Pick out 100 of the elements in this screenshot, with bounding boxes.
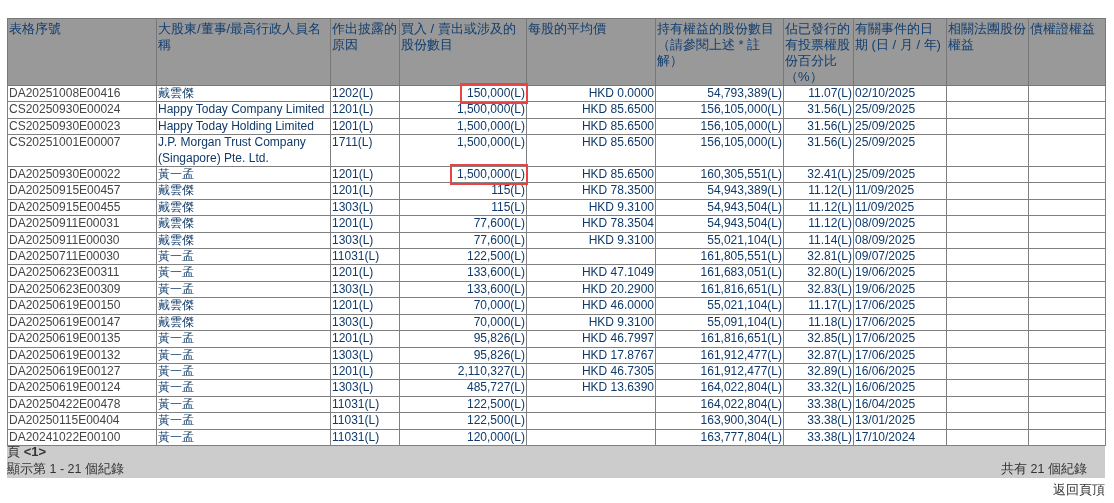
table-cell: 戴雲傑 [158, 183, 194, 199]
table-cell: 1303(L) [332, 314, 374, 331]
table-cell: 95,826(L) [473, 331, 525, 347]
table-cell: 33.38(L) [807, 396, 852, 413]
table-cell: HKD 85.6500 [581, 118, 654, 135]
table-cell: 黃一孟 [158, 265, 194, 281]
table-cell: 32.83(L) [807, 281, 852, 298]
page-indicator: 頁 <1> [7, 442, 48, 461]
table-cell: HKD 9.3100 [588, 199, 654, 216]
table-cell: 戴雲傑 [158, 86, 194, 102]
table-cell-text: J.P. Morgan Trust Company (Singapore) Pte. Ltd. [158, 135, 307, 167]
table-cell: 163,777,804(L) [700, 429, 782, 445]
table-cell: HKD 20.2900 [581, 281, 654, 298]
table-cell: 17/06/2025 [855, 331, 916, 347]
table-cell: 戴雲傑 [158, 216, 194, 232]
table-cell: 33.38(L) [807, 429, 852, 445]
table-cell: 黃一孟 [158, 380, 194, 396]
table-cell: 122,500(L) [466, 249, 525, 265]
table-cell: 1201(L) [332, 363, 374, 380]
table-cell: 54,793,389(L) [707, 86, 782, 102]
table-cell: 黃一孟 [158, 413, 194, 429]
table-cell: 164,022,804(L) [700, 380, 782, 396]
table-cell: 161,912,477(L) [700, 347, 782, 363]
table-cell: 77,600(L) [473, 216, 525, 232]
table-cell: 戴雲傑 [158, 232, 194, 249]
table-cell: 11031(L) [332, 396, 380, 413]
column-header: 持有權益的股份數目（請參閱上述 * 註解） [655, 18, 784, 86]
table-cell: DA20250619E00132 [9, 347, 121, 363]
table-cell: HKD 85.6500 [581, 135, 654, 151]
table-cell: 55,021,104(L) [707, 298, 782, 314]
table-cell: 戴雲傑 [158, 314, 194, 331]
table-cell: 戴雲傑 [158, 298, 194, 314]
table-cell: 485,727(L) [466, 380, 525, 396]
back-to-top-link[interactable]: 返回頁頂 [1053, 482, 1105, 497]
table-cell: 1201(L) [332, 102, 374, 118]
table-cell: 11.12(L) [808, 216, 852, 232]
table-cell: 1201(L) [332, 183, 374, 199]
table-cell: Happy Today Holding Limited [158, 118, 314, 135]
table-cell: 09/07/2025 [855, 249, 916, 265]
column-header: 相關法團股份權益 [946, 18, 1029, 86]
table-cell: HKD 46.0000 [581, 298, 654, 314]
table-cell: 17/06/2025 [855, 314, 916, 331]
table-cell: 黃一孟 [158, 396, 194, 413]
column-header: 每股的平均價 [526, 18, 656, 86]
table-cell: 161,683,051(L) [700, 265, 782, 281]
table-cell: 32.87(L) [807, 347, 852, 363]
table-cell: 120,000(L) [466, 429, 525, 445]
table-cell: 161,816,651(L) [700, 331, 782, 347]
table-cell: Happy Today Company Limited [158, 102, 325, 118]
column-header: 作出披露的原因 [330, 18, 400, 86]
table-cell: 11.12(L) [808, 183, 852, 199]
table-cell: 1,500,000(L) [452, 167, 525, 183]
table-cell: 1,500,000(L) [456, 102, 525, 118]
table-cell: 黃一孟 [158, 429, 194, 445]
table-cell: 156,105,000(L) [700, 135, 782, 151]
table-cell: HKD 46.7997 [581, 331, 654, 347]
table-cell: 33.32(L) [807, 380, 852, 396]
table-cell: DA20250623E00311 [9, 265, 120, 281]
table-cell: 11.07(L) [808, 86, 852, 102]
table-cell: 19/06/2025 [855, 265, 916, 281]
table-cell: 1201(L) [332, 167, 374, 183]
table-cell: 54,943,504(L) [707, 216, 782, 232]
table-cell: 70,000(L) [473, 314, 525, 331]
table-cell: 11/09/2025 [855, 199, 915, 216]
table-cell: 11/09/2025 [855, 183, 915, 199]
table-cell: 133,600(L) [466, 281, 525, 298]
table-cell: 32.89(L) [807, 363, 852, 380]
table-cell: 156,105,000(L) [700, 118, 782, 135]
table-cell: HKD 85.6500 [581, 102, 654, 118]
table-cell: 25/09/2025 [855, 102, 916, 118]
table-cell: 55,091,104(L) [707, 314, 782, 331]
table-cell: DA20251008E00416 [9, 86, 121, 102]
table-cell: 1201(L) [332, 265, 374, 281]
table-cell: 32.80(L) [807, 265, 852, 281]
table-cell: 08/09/2025 [855, 232, 916, 249]
table-cell: DA20250915E00457 [9, 183, 121, 199]
table-cell: 32.81(L) [807, 249, 852, 265]
table-cell: DA20250619E00127 [9, 363, 121, 380]
table-cell: 25/09/2025 [855, 135, 916, 151]
table-cell: 黃一孟 [158, 363, 194, 380]
table-cell: 02/10/2025 [855, 86, 916, 102]
table-cell: 31.56(L) [807, 118, 852, 135]
table-cell: HKD 47.1049 [581, 265, 654, 281]
table-cell: 1303(L) [332, 347, 374, 363]
table-cell: 1201(L) [332, 331, 374, 347]
table-cell: 16/06/2025 [855, 363, 916, 380]
table-cell: DA20241022E00100 [9, 429, 121, 445]
table-cell: 55,021,104(L) [707, 232, 782, 249]
column-header: 債權證權益 [1028, 18, 1106, 86]
table-cell: 31.56(L) [807, 135, 852, 151]
table-cell: DA20250911E00031 [9, 216, 120, 232]
table-cell: HKD 13.6390 [581, 380, 654, 396]
table-cell: 161,816,651(L) [700, 281, 782, 298]
table-cell: 19/06/2025 [855, 281, 916, 298]
table-cell: 161,912,477(L) [700, 363, 782, 380]
record-range: 顯示第 1 - 21 個紀錄 [7, 460, 124, 478]
table-cell: 1303(L) [332, 281, 374, 298]
table-cell: 11031(L) [332, 249, 380, 265]
table-cell: DA20250619E00124 [9, 380, 121, 396]
table-cell: 70,000(L) [473, 298, 525, 314]
